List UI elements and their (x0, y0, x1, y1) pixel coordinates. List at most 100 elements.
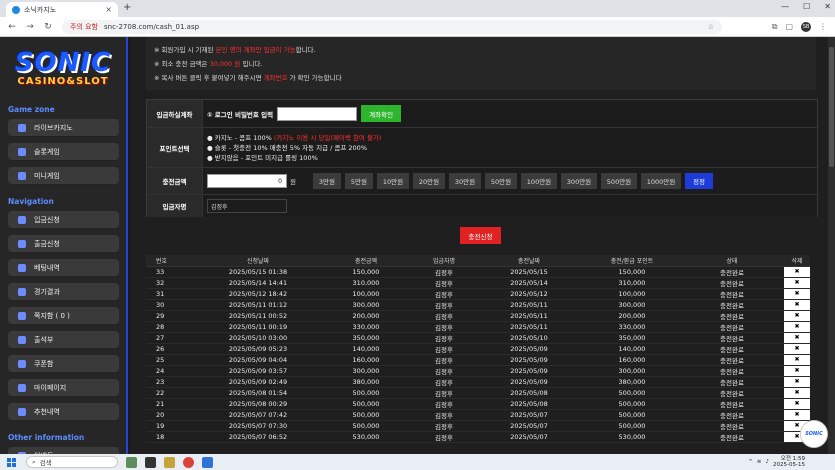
bookmark-star-icon[interactable]: ☆ (708, 23, 714, 31)
file-explorer-icon[interactable] (164, 456, 175, 468)
amount-preset-button[interactable]: 500만원 (600, 173, 637, 189)
account-check-button[interactable]: 계좌확인 (361, 105, 402, 122)
delete-row-button[interactable]: ✖ (784, 277, 810, 289)
minimize-icon[interactable]: — (781, 2, 789, 11)
delete-row-button[interactable]: ✖ (784, 299, 810, 311)
table-cell: 충전완료 (680, 266, 784, 278)
delete-row-button[interactable]: ✖ (784, 398, 810, 410)
sonic-floating-badge[interactable]: SONIC (800, 420, 828, 448)
table-cell: 2025/05/14 14:41 (198, 277, 318, 289)
amount-preset-button[interactable]: 30만원 (448, 173, 481, 189)
browser-tab[interactable]: 소닉카지노 × (6, 2, 118, 17)
table-cell: 2025/05/11 01:12 (198, 299, 318, 311)
menu-item-icon (18, 288, 26, 296)
sidebar-item[interactable]: 출금신청 (8, 235, 119, 253)
delete-row-button[interactable]: ✖ (784, 387, 810, 399)
delete-row-button[interactable]: ✖ (784, 310, 810, 322)
page-scrollbar[interactable] (828, 37, 835, 454)
table-body: 33 2025/05/15 01:38 150,000 김정후 2025/05/15 15… (146, 266, 810, 443)
amount-preset-button[interactable]: 3만원 (312, 173, 341, 189)
sidebar-item[interactable]: 마이페이지 (8, 379, 119, 397)
point-option-slot[interactable]: ● 슬롯 - 첫충전 10% 매충전 5% 자동 지급 / 콤프 200% (207, 143, 367, 153)
sidebar-item[interactable]: 미니게임 (8, 167, 119, 185)
table-cell: 300,000 (318, 299, 414, 311)
amount-preset-button[interactable]: 100만원 (520, 173, 557, 189)
table-cell: 32 (146, 277, 198, 289)
table-cell: 350,000 (584, 332, 680, 344)
url-text: snc-2708.com/cash_01.asp (104, 22, 200, 31)
table-cell: 충전완료 (680, 354, 784, 366)
amount-label: 충전금액 (147, 168, 203, 194)
table-row: 29 2025/05/11 00:52 200,000 김정후 2025/05/11 20… (146, 310, 810, 322)
extensions-icon[interactable]: ⧉ (772, 22, 778, 32)
point-option-casino[interactable]: ● 카지노 - 콤프 100% (카지노 이용 시 당일(페이백 참여 불가) (207, 133, 381, 143)
delete-row-button[interactable]: ✖ (784, 376, 810, 388)
close-tab-icon[interactable]: × (105, 5, 112, 14)
table-cell: 2025/05/07 06:52 (198, 431, 318, 443)
amount-preset-button[interactable]: 1000만원 (640, 173, 681, 189)
table-cell: 140,000 (318, 343, 414, 355)
windows-start-icon[interactable] (7, 457, 16, 467)
new-tab-icon[interactable]: + (123, 2, 131, 13)
password-input[interactable] (277, 106, 358, 121)
sidebar-item[interactable]: 쿠폰함 (8, 355, 119, 373)
table-cell: 김정후 (414, 431, 474, 443)
delete-row-button[interactable]: ✖ (784, 343, 810, 355)
table-cell: 30 (146, 299, 198, 311)
reset-amount-button[interactable]: 정정 (684, 173, 713, 189)
tray-up-icon[interactable]: ^ (748, 459, 753, 465)
close-window-icon[interactable]: ✕ (824, 2, 831, 11)
app-icon[interactable] (202, 456, 213, 468)
sidebar-item[interactable]: 라이브카지노 (8, 119, 119, 137)
column-header: 상태 (680, 255, 784, 267)
sidebar-item[interactable]: 출석부 (8, 331, 119, 349)
delete-row-button[interactable]: ✖ (784, 354, 810, 366)
amount-preset-button[interactable]: 10만원 (376, 173, 409, 189)
table-cell: 2025/05/08 (474, 387, 584, 399)
sidebar-item[interactable]: 추천내역 (8, 403, 119, 421)
sidebar-item[interactable]: 베팅내역 (8, 259, 119, 277)
sidebar-item[interactable]: 경기결과 (8, 283, 119, 301)
sidebar-item[interactable]: 쪽지함 ( 0 ) (8, 307, 119, 325)
table-cell: 충전완료 (680, 321, 784, 333)
amount-preset-button[interactable]: 50만원 (484, 173, 517, 189)
depositor-field[interactable]: 김정후 (207, 199, 287, 213)
reload-icon[interactable]: ↻ (42, 22, 54, 32)
sidebar-item[interactable]: 입금신청 (8, 211, 119, 229)
task-view-icon[interactable] (145, 456, 156, 468)
sidebar-item[interactable]: 슬롯게임 (8, 143, 119, 161)
url-field[interactable]: 주의 요함 snc-2708.com/cash_01.asp ☆ (62, 19, 722, 34)
point-label: 포인트선택 (147, 128, 203, 167)
amount-preset-button[interactable]: 20만원 (412, 173, 445, 189)
back-icon[interactable]: ← (6, 22, 18, 32)
deposit-submit-button[interactable]: 충전신청 (460, 227, 501, 244)
amount-preset-button[interactable]: 300만원 (560, 173, 597, 189)
table-cell: 150,000 (584, 266, 680, 278)
table-cell: 2025/05/07 07:42 (198, 409, 318, 421)
sidebar-item-label: 출석부 (34, 336, 54, 344)
sidepanel-icon[interactable]: ▢ (785, 22, 793, 31)
amount-preset-button[interactable]: 5만원 (344, 173, 373, 189)
delete-row-button[interactable]: ✖ (784, 266, 810, 278)
delete-row-button[interactable]: ✖ (784, 365, 810, 377)
profile-avatar[interactable]: SB (801, 21, 811, 32)
chrome-icon[interactable] (183, 456, 194, 468)
clock[interactable]: 오전 1:59 2025-05-15 (773, 456, 805, 468)
maximize-icon[interactable]: ☐ (803, 2, 810, 11)
taskbar-widget-icon[interactable] (126, 456, 137, 468)
taskbar-search[interactable]: ⌕ 검색 (26, 456, 118, 468)
scrollbar-thumb[interactable] (829, 47, 834, 167)
wifi-icon[interactable]: ≋ (757, 459, 762, 465)
volume-icon[interactable]: ♪ (766, 459, 770, 465)
forward-icon[interactable]: → (24, 22, 36, 32)
sidebar-item[interactable]: 이벤트 (8, 447, 119, 454)
delete-row-button[interactable]: ✖ (784, 409, 810, 421)
point-option-none[interactable]: ● 받지않음 - 포인트 미지급 롤링 100% (207, 153, 318, 163)
amount-input[interactable]: 0 (207, 174, 287, 188)
security-warning[interactable]: 주의 요함 (70, 22, 98, 32)
delete-row-button[interactable]: ✖ (784, 288, 810, 300)
delete-row-button[interactable]: ✖ (784, 321, 810, 333)
delete-row-button[interactable]: ✖ (784, 332, 810, 344)
site-logo[interactable]: SONIC CASINO&SLOT (0, 37, 126, 99)
menu-icon[interactable]: ⋮ (819, 22, 827, 31)
